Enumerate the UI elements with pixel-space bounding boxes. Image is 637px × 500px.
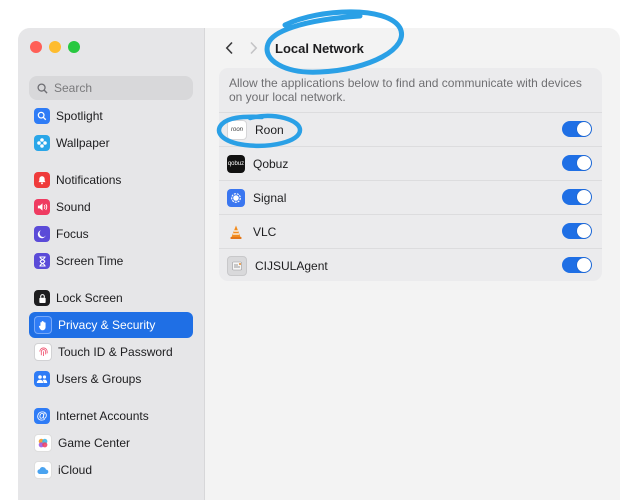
toolbar: Local Network bbox=[217, 34, 364, 62]
sidebar-item-spotlight[interactable]: Spotlight bbox=[29, 104, 193, 128]
chevron-right-icon bbox=[249, 41, 257, 55]
vlc-icon bbox=[227, 223, 245, 241]
sidebar-item-lock-screen[interactable]: Lock Screen bbox=[29, 286, 193, 310]
sidebar-item-label: Privacy & Security bbox=[58, 318, 156, 332]
app-name: CIJSULAgent bbox=[255, 258, 328, 273]
sidebar-item-label: Notifications bbox=[56, 173, 122, 187]
cijsul-agent-toggle[interactable] bbox=[562, 257, 592, 273]
users-icon bbox=[34, 371, 50, 387]
sidebar-item-label: Lock Screen bbox=[56, 291, 123, 305]
sidebar: Search Spotlight Wallpaper Notifications… bbox=[18, 28, 205, 500]
main-content: Local Network Allow the applications bel… bbox=[205, 28, 620, 500]
qobuz-icon: qobuz bbox=[227, 154, 245, 173]
forward-button[interactable] bbox=[241, 36, 265, 60]
moon-icon bbox=[34, 226, 50, 242]
sidebar-item-touch-id[interactable]: Touch ID & Password bbox=[29, 340, 193, 364]
window-controls bbox=[30, 41, 80, 53]
sidebar-item-privacy-security[interactable]: Privacy & Security bbox=[29, 312, 193, 338]
app-name: VLC bbox=[253, 224, 277, 239]
zoom-window-button[interactable] bbox=[68, 41, 80, 53]
game-center-icon bbox=[34, 434, 52, 452]
spotlight-icon bbox=[34, 108, 50, 124]
sidebar-item-label: iCloud bbox=[58, 463, 93, 477]
wallpaper-icon bbox=[34, 135, 50, 151]
roon-icon: roon bbox=[227, 119, 247, 140]
close-window-button[interactable] bbox=[30, 41, 42, 53]
sidebar-item-screen-time[interactable]: Screen Time bbox=[29, 249, 193, 273]
settings-window: Search Spotlight Wallpaper Notifications… bbox=[18, 28, 620, 500]
list-item: Signal bbox=[219, 180, 602, 214]
app-name: Qobuz bbox=[253, 156, 289, 171]
vlc-toggle[interactable] bbox=[562, 223, 592, 239]
sidebar-item-label: Touch ID & Password bbox=[58, 345, 173, 359]
panel-description: Allow the applications below to find and… bbox=[229, 76, 582, 104]
sidebar-item-internet-accounts[interactable]: @ Internet Accounts bbox=[29, 404, 193, 428]
speaker-icon bbox=[34, 199, 50, 215]
cijsul-agent-icon bbox=[227, 255, 247, 276]
list-item: VLC bbox=[219, 214, 602, 248]
list-item: CIJSULAgent bbox=[219, 248, 602, 282]
sidebar-item-label: Sound bbox=[56, 200, 91, 214]
local-network-panel: Allow the applications below to find and… bbox=[219, 68, 602, 281]
lock-icon bbox=[34, 290, 50, 306]
sidebar-item-label: Focus bbox=[56, 227, 89, 241]
list-item: qobuz Qobuz bbox=[219, 146, 602, 180]
hourglass-icon bbox=[34, 253, 50, 269]
sidebar-item-wallpaper[interactable]: Wallpaper bbox=[29, 131, 193, 155]
bell-icon bbox=[34, 172, 50, 188]
minimize-window-button[interactable] bbox=[49, 41, 61, 53]
search-input[interactable]: Search bbox=[29, 76, 193, 100]
sidebar-item-label: Internet Accounts bbox=[56, 409, 149, 423]
signal-toggle[interactable] bbox=[562, 189, 592, 205]
signal-icon bbox=[227, 188, 245, 207]
fingerprint-icon bbox=[34, 343, 52, 361]
chevron-left-icon bbox=[225, 41, 233, 55]
sidebar-item-sound[interactable]: Sound bbox=[29, 195, 193, 219]
hand-icon bbox=[34, 316, 52, 334]
list-item: roon Roon bbox=[219, 112, 602, 146]
app-name: Roon bbox=[255, 122, 284, 137]
sidebar-item-users-groups[interactable]: Users & Groups bbox=[29, 367, 193, 391]
search-icon bbox=[37, 82, 48, 94]
qobuz-toggle[interactable] bbox=[562, 155, 592, 171]
sidebar-item-icloud[interactable]: iCloud bbox=[29, 458, 193, 482]
sidebar-item-label: Users & Groups bbox=[56, 372, 142, 386]
sidebar-item-notifications[interactable]: Notifications bbox=[29, 168, 193, 192]
roon-toggle[interactable] bbox=[562, 121, 592, 137]
sidebar-item-label: Game Center bbox=[58, 436, 131, 450]
sidebar-item-game-center[interactable]: Game Center bbox=[29, 431, 193, 455]
page-title: Local Network bbox=[275, 40, 364, 56]
at-icon: @ bbox=[34, 408, 50, 424]
back-button[interactable] bbox=[217, 36, 241, 60]
sidebar-item-label: Wallpaper bbox=[56, 136, 110, 150]
app-name: Signal bbox=[253, 190, 287, 205]
sidebar-item-label: Spotlight bbox=[56, 109, 103, 123]
cloud-icon bbox=[34, 461, 52, 479]
search-placeholder: Search bbox=[54, 81, 93, 95]
sidebar-item-focus[interactable]: Focus bbox=[29, 222, 193, 246]
sidebar-item-label: Screen Time bbox=[56, 254, 124, 268]
